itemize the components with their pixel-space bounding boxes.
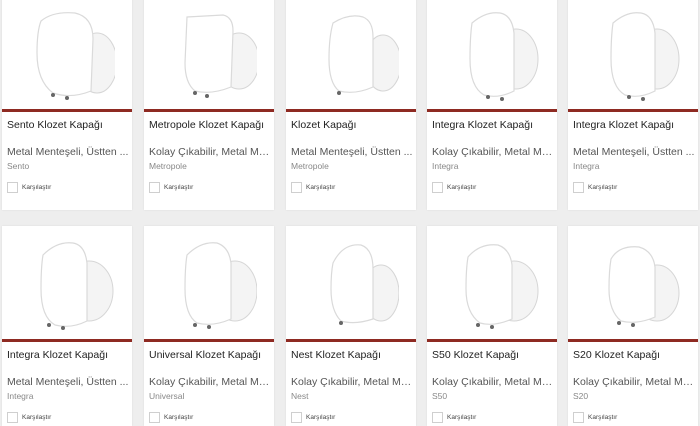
toilet-seat-icon	[161, 233, 257, 333]
toilet-seat-icon	[19, 3, 115, 103]
product-image[interactable]	[2, 226, 132, 339]
product-card[interactable]: Metropole Klozet Kapağı Kolay Çıkabilir,…	[144, 0, 274, 210]
product-card[interactable]: Klozet Kapağı Metal Menteşeli, Üstten ..…	[286, 0, 416, 210]
compare-checkbox[interactable]	[7, 412, 18, 423]
accent-bar	[2, 109, 132, 112]
compare-control[interactable]: Karşılaştır	[7, 182, 51, 193]
accent-bar	[286, 109, 416, 112]
product-title[interactable]: Integra Klozet Kapağı	[432, 119, 556, 131]
accent-bar	[286, 339, 416, 342]
compare-control[interactable]: Karşılaştır	[573, 412, 617, 423]
compare-label[interactable]: Karşılaştır	[588, 184, 617, 191]
product-title[interactable]: Sento Klozet Kapağı	[7, 119, 131, 131]
product-description: Kolay Çıkabilir, Metal Me...	[432, 376, 556, 388]
compare-checkbox[interactable]	[432, 182, 443, 193]
product-brand: Nest	[291, 391, 309, 401]
product-image[interactable]	[568, 226, 698, 339]
accent-bar	[427, 109, 557, 112]
accent-bar	[144, 339, 274, 342]
toilet-seat-icon	[585, 233, 681, 333]
product-image[interactable]	[427, 226, 557, 339]
product-grid: Sento Klozet Kapağı Metal Menteşeli, Üst…	[0, 0, 700, 426]
accent-bar	[144, 109, 274, 112]
product-title[interactable]: S50 Klozet Kapağı	[432, 349, 556, 361]
compare-label[interactable]: Karşılaştır	[447, 184, 476, 191]
compare-control[interactable]: Karşılaştır	[573, 182, 617, 193]
product-brand: S20	[573, 391, 589, 401]
product-brand: Metropole	[149, 161, 187, 171]
product-brand: Integra	[432, 161, 459, 171]
toilet-seat-icon	[19, 233, 115, 333]
compare-control[interactable]: Karşılaştır	[7, 412, 51, 423]
compare-control[interactable]: Karşılaştır	[432, 412, 476, 423]
product-image[interactable]	[2, 0, 132, 109]
product-description: Metal Menteşeli, Üstten ...	[573, 146, 695, 158]
accent-bar	[427, 339, 557, 342]
product-card[interactable]: Integra Klozet Kapağı Metal Menteşeli, Ü…	[2, 226, 132, 426]
compare-checkbox[interactable]	[149, 182, 160, 193]
toilet-seat-icon	[303, 233, 399, 333]
product-brand: Metropole	[291, 161, 329, 171]
product-card[interactable]: S20 Klozet Kapağı Kolay Çıkabilir, Metal…	[568, 226, 698, 426]
product-description: Kolay Çıkabilir, Metal Me...	[573, 376, 697, 388]
product-brand: Universal	[149, 391, 185, 401]
compare-label[interactable]: Karşılaştır	[22, 184, 51, 191]
product-description: Metal Menteşeli, Üstten ...	[7, 146, 129, 158]
compare-checkbox[interactable]	[149, 412, 160, 423]
product-description: Kolay Çıkabilir, Metal Me...	[149, 376, 273, 388]
accent-bar	[568, 109, 698, 112]
product-title[interactable]: Integra Klozet Kapağı	[573, 119, 697, 131]
product-description: Kolay Çıkabilir, Metal Me...	[432, 146, 556, 158]
product-title[interactable]: Integra Klozet Kapağı	[7, 349, 131, 361]
product-card[interactable]: Sento Klozet Kapağı Metal Menteşeli, Üst…	[2, 0, 132, 210]
product-title[interactable]: Klozet Kapağı	[291, 119, 415, 131]
product-image[interactable]	[144, 0, 274, 109]
product-image[interactable]	[286, 0, 416, 109]
product-description: Kolay Çıkabilir, Metal Me...	[291, 376, 415, 388]
toilet-seat-icon	[444, 3, 540, 103]
product-card[interactable]: S50 Klozet Kapağı Kolay Çıkabilir, Metal…	[427, 226, 557, 426]
product-brand: Integra	[7, 391, 34, 401]
compare-control[interactable]: Karşılaştır	[149, 182, 193, 193]
product-description: Kolay Çıkabilir, Metal Me...	[149, 146, 273, 158]
product-brand: Integra	[573, 161, 600, 171]
product-card[interactable]: Integra Klozet Kapağı Metal Menteşeli, Ü…	[568, 0, 698, 210]
compare-checkbox[interactable]	[432, 412, 443, 423]
compare-checkbox[interactable]	[573, 412, 584, 423]
compare-control[interactable]: Karşılaştır	[291, 182, 335, 193]
product-card[interactable]: Integra Klozet Kapağı Kolay Çıkabilir, M…	[427, 0, 557, 210]
compare-label[interactable]: Karşılaştır	[164, 184, 193, 191]
product-title[interactable]: S20 Klozet Kapağı	[573, 349, 697, 361]
toilet-seat-icon	[444, 233, 540, 333]
compare-control[interactable]: Karşılaştır	[291, 412, 335, 423]
accent-bar	[2, 339, 132, 342]
product-title[interactable]: Nest Klozet Kapağı	[291, 349, 415, 361]
toilet-seat-icon	[303, 3, 399, 103]
product-brand: S50	[432, 391, 448, 401]
accent-bar	[568, 339, 698, 342]
product-card[interactable]: Universal Klozet Kapağı Kolay Çıkabilir,…	[144, 226, 274, 426]
compare-control[interactable]: Karşılaştır	[149, 412, 193, 423]
product-image[interactable]	[568, 0, 698, 109]
product-title[interactable]: Universal Klozet Kapağı	[149, 349, 273, 361]
compare-checkbox[interactable]	[573, 182, 584, 193]
product-image[interactable]	[144, 226, 274, 339]
product-card[interactable]: Nest Klozet Kapağı Kolay Çıkabilir, Meta…	[286, 226, 416, 426]
compare-checkbox[interactable]	[291, 412, 302, 423]
product-description: Metal Menteşeli, Üstten ...	[7, 376, 129, 388]
product-title[interactable]: Metropole Klozet Kapağı	[149, 119, 273, 131]
compare-control[interactable]: Karşılaştır	[432, 182, 476, 193]
toilet-seat-icon	[161, 3, 257, 103]
compare-checkbox[interactable]	[7, 182, 18, 193]
product-description: Metal Menteşeli, Üstten ...	[291, 146, 413, 158]
product-image[interactable]	[427, 0, 557, 109]
product-brand: Sento	[7, 161, 30, 171]
compare-label[interactable]: Karşılaştır	[306, 184, 335, 191]
compare-checkbox[interactable]	[291, 182, 302, 193]
product-image[interactable]	[286, 226, 416, 339]
toilet-seat-icon	[585, 3, 681, 103]
